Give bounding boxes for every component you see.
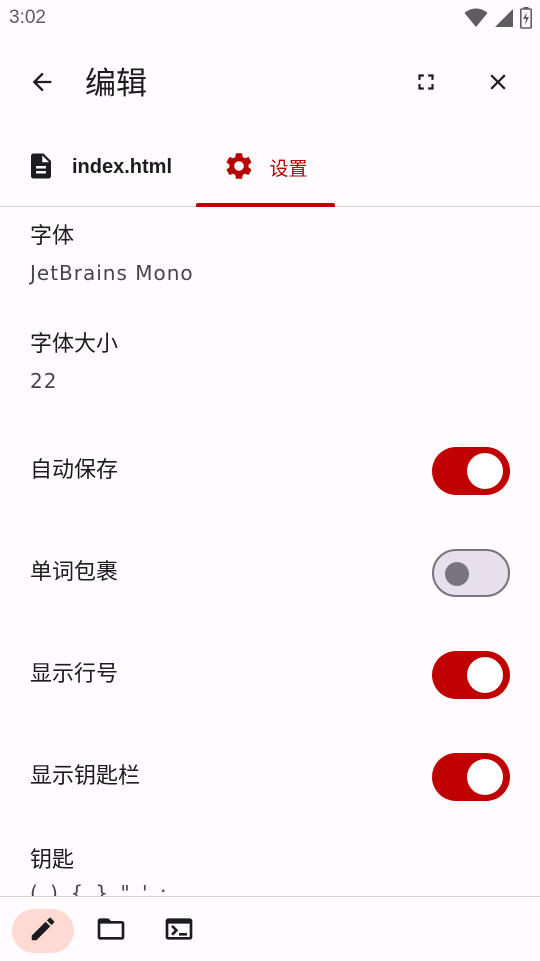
status-bar: 3:02 xyxy=(0,0,540,36)
tab-label: index.html xyxy=(72,156,173,178)
word-wrap-switch[interactable] xyxy=(432,549,510,597)
app-bar: 编辑 xyxy=(0,44,540,124)
setting-label: 单词包裹 xyxy=(30,560,119,585)
bottom-nav xyxy=(0,896,540,961)
switch-thumb xyxy=(467,453,503,489)
close-icon xyxy=(485,69,511,99)
switch-thumb xyxy=(467,759,503,795)
line-numbers-switch[interactable] xyxy=(432,651,510,699)
fullscreen-button[interactable] xyxy=(406,64,446,104)
status-icons xyxy=(464,7,532,29)
setting-font-size[interactable]: 字体大小 22 xyxy=(30,330,118,393)
setting-label: 钥匙 xyxy=(30,848,75,873)
page-title: 编辑 xyxy=(85,66,147,102)
terminal-icon xyxy=(163,913,195,949)
battery-charging-icon xyxy=(520,7,532,29)
setting-value: ( ) { } " ' ; xyxy=(30,881,170,896)
tab-label: 设置 xyxy=(269,158,308,180)
fullscreen-icon xyxy=(413,69,439,99)
setting-show-keys-bar[interactable]: 显示钥匙栏 xyxy=(0,752,540,802)
setting-label: 自动保存 xyxy=(30,458,119,483)
status-time: 3:02 xyxy=(9,7,46,28)
back-button[interactable] xyxy=(22,64,62,104)
setting-keys[interactable]: 钥匙 xyxy=(30,846,74,876)
setting-value: 22 xyxy=(30,369,58,393)
close-button[interactable] xyxy=(478,64,518,104)
setting-label: 字体大小 xyxy=(30,332,119,357)
nav-edit[interactable] xyxy=(12,909,74,953)
switch-thumb xyxy=(467,657,503,693)
setting-label: 字体 xyxy=(30,224,75,249)
tab-index-html[interactable]: index.html xyxy=(26,130,172,205)
setting-auto-save[interactable]: 自动保存 xyxy=(0,446,540,496)
setting-font[interactable]: 字体 JetBrains Mono xyxy=(30,222,194,285)
auto-save-switch[interactable] xyxy=(432,447,510,495)
arrow-back-icon xyxy=(28,68,56,100)
setting-show-line-numbers[interactable]: 显示行号 xyxy=(0,650,540,700)
pencil-icon xyxy=(28,914,58,948)
settings-list[interactable]: 字体 JetBrains Mono 字体大小 22 自动保存 单词包裹 显示行号… xyxy=(0,206,540,896)
keys-bar-switch[interactable] xyxy=(432,753,510,801)
wifi-icon xyxy=(464,8,488,28)
setting-label: 显示行号 xyxy=(30,662,119,687)
gear-icon xyxy=(223,150,255,186)
switch-thumb xyxy=(445,562,469,586)
setting-word-wrap[interactable]: 单词包裹 xyxy=(0,548,540,598)
nav-files[interactable] xyxy=(90,909,132,953)
setting-value: JetBrains Mono xyxy=(30,261,194,285)
tab-bar: index.html 设置 xyxy=(0,130,540,207)
folder-icon xyxy=(95,913,127,949)
signal-icon xyxy=(494,8,514,28)
document-icon xyxy=(26,151,56,185)
nav-terminal[interactable] xyxy=(158,909,200,953)
tab-settings[interactable]: 设置 xyxy=(196,130,335,205)
setting-label: 显示钥匙栏 xyxy=(30,764,141,789)
